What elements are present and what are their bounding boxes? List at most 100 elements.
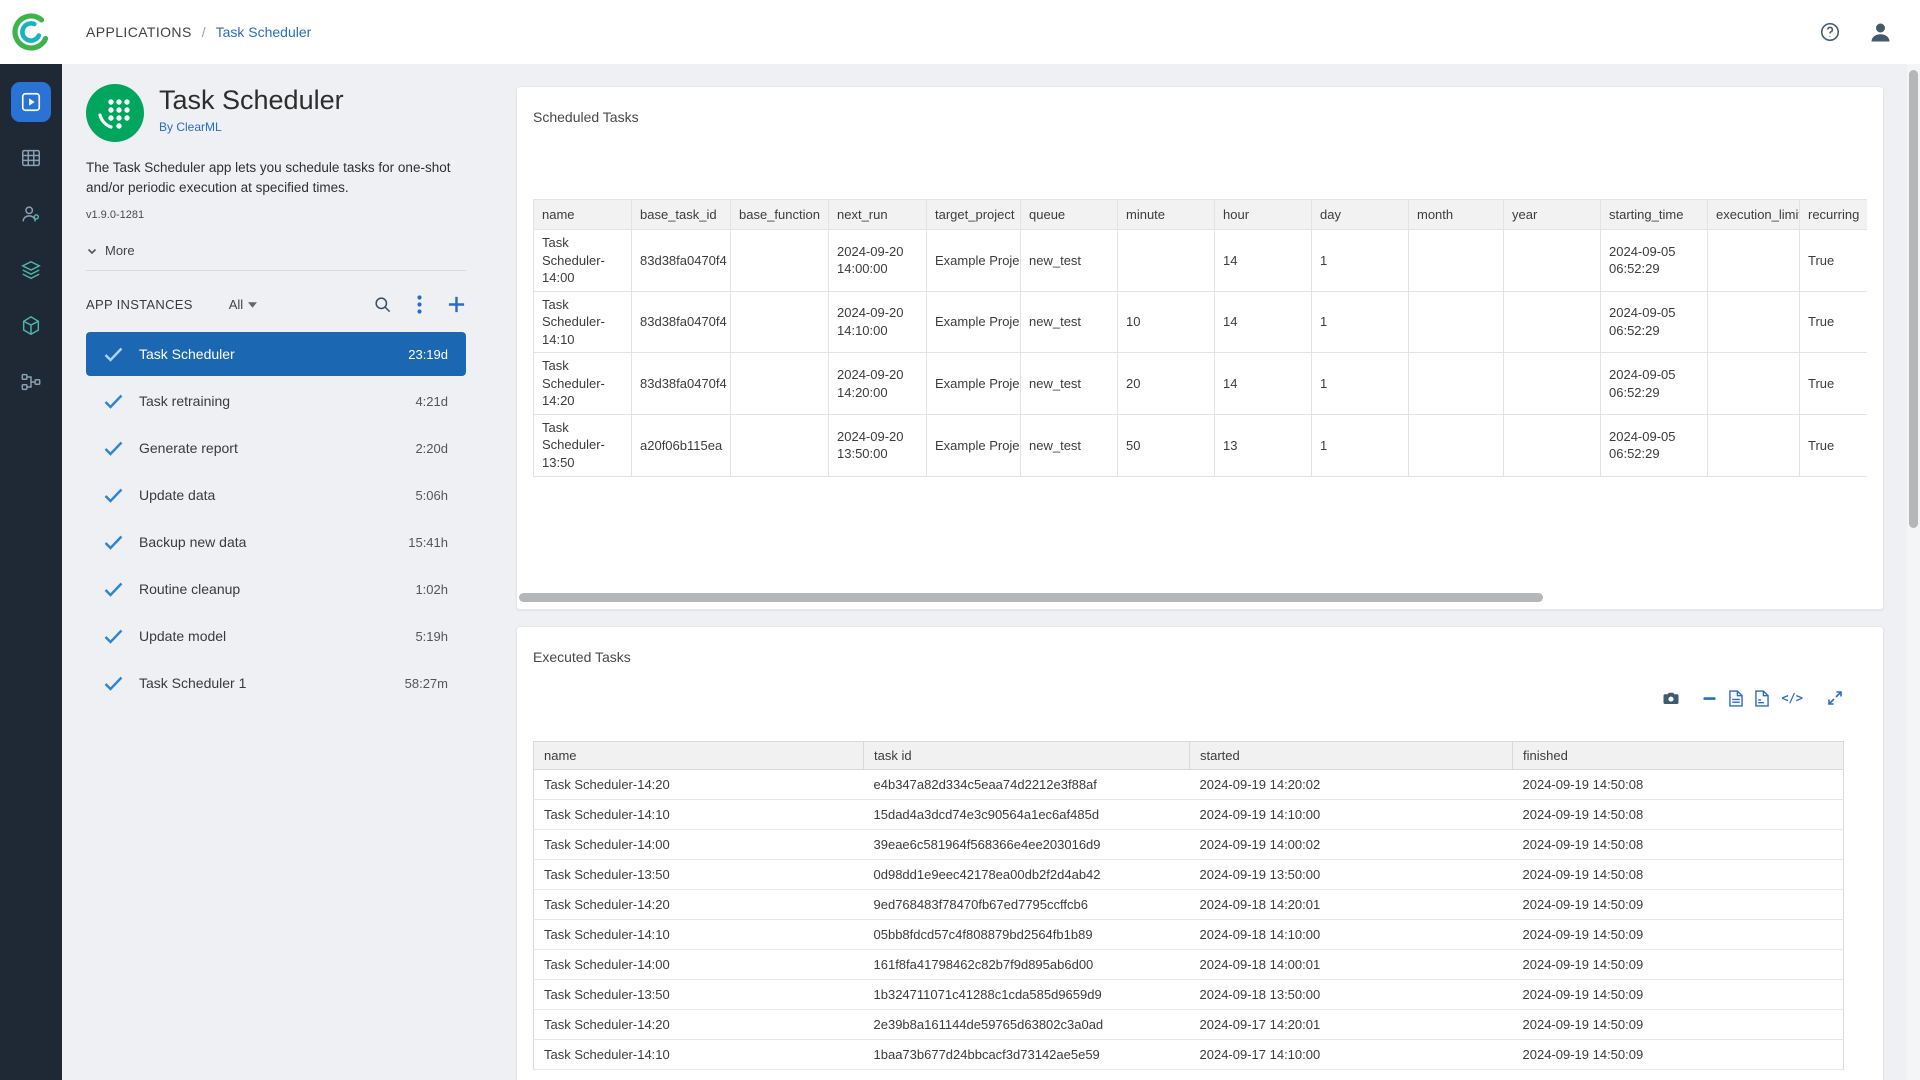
cell-target-project: Example Project: [927, 230, 1021, 292]
cell-next-run: 2024-09-20 14:20:00: [829, 353, 927, 415]
nav-pipelines-icon[interactable]: [11, 362, 51, 402]
nav-projects-icon[interactable]: [11, 138, 51, 178]
column-header: name: [534, 200, 632, 230]
cell-finished: 2024-09-19 14:50:08: [1513, 830, 1844, 860]
cell-finished: 2024-09-19 14:50:09: [1513, 890, 1844, 920]
nav-applications-icon[interactable]: [11, 82, 51, 122]
cell-day: 1: [1312, 230, 1409, 292]
task-id-link[interactable]: 05bb8fdcd57c4f808879bd2564fb1b89: [864, 920, 1190, 950]
table-row: Task Scheduler-14:20 83d38fa0470f4 2024-…: [534, 353, 1868, 415]
base-task-id-link[interactable]: 83d38fa0470f4: [632, 230, 731, 292]
more-toggle[interactable]: More: [86, 243, 466, 258]
cell-execution-limit: [1708, 230, 1800, 292]
cell-month: [1409, 353, 1504, 415]
add-instance-button[interactable]: [447, 295, 466, 314]
instance-task-scheduler-1[interactable]: Task Scheduler 1 58:27m: [86, 661, 466, 705]
base-task-id-link[interactable]: a20f06b115ea: [632, 414, 731, 476]
clearml-logo[interactable]: [0, 0, 62, 64]
cell-recurring: True: [1800, 230, 1868, 292]
base-task-id-link[interactable]: 83d38fa0470f4: [632, 353, 731, 415]
by-clearml-link[interactable]: By ClearML: [159, 120, 222, 134]
app-version: v1.9.0-1281: [86, 209, 466, 221]
cell-month: [1409, 414, 1504, 476]
cell-queue: new_test: [1021, 414, 1118, 476]
code-icon[interactable]: </>: [1781, 691, 1803, 705]
minus-icon[interactable]: [1702, 691, 1717, 706]
task-id-link[interactable]: 15dad4a3dcd74e3c90564a1ec6af485d: [864, 800, 1190, 830]
table-row: Task Scheduler-14:10 05bb8fdcd57c4f80887…: [534, 920, 1844, 950]
task-id-link[interactable]: 1baa73b677d24bbcacf3d73142ae5e59: [864, 1040, 1190, 1070]
cell-minute: [1118, 230, 1215, 292]
scheduled-table-viewport: name base_task_id base_function next_run…: [533, 199, 1867, 477]
instance-duration: 4:21d: [415, 394, 448, 409]
instance-generate-report[interactable]: Generate report 2:20d: [86, 426, 466, 470]
column-header: month: [1409, 200, 1504, 230]
cell-name: Task Scheduler-13:50: [534, 414, 632, 476]
executed-tasks-title: Executed Tasks: [533, 649, 631, 665]
table-row: Task Scheduler-14:20 2e39b8a161144de5976…: [534, 1010, 1844, 1040]
user-avatar[interactable]: [1867, 19, 1894, 46]
nav-hyperdatasets-icon[interactable]: [11, 306, 51, 346]
camera-icon[interactable]: [1662, 689, 1680, 707]
task-id-link[interactable]: 161f8fa41798462c82b7f9d895ab6d00: [864, 950, 1190, 980]
base-task-id-link[interactable]: 83d38fa0470f4: [632, 291, 731, 353]
instance-backup-new-data[interactable]: Backup new data 15:41h: [86, 520, 466, 564]
horizontal-scrollbar-thumb[interactable]: [519, 593, 1543, 602]
cell-base-function: [731, 230, 829, 292]
column-header: target_project: [927, 200, 1021, 230]
check-icon: [104, 582, 123, 597]
instance-duration: 1:02h: [415, 582, 448, 597]
table-row: Task Scheduler-13:50 1b324711071c41288c1…: [534, 980, 1844, 1010]
search-icon[interactable]: [373, 295, 392, 314]
task-id-link[interactable]: 0d98dd1e9eec42178ea00db2f2d4ab42: [864, 860, 1190, 890]
task-id-link[interactable]: 39eae6c581964f568366e4ee203016d9: [864, 830, 1190, 860]
task-id-link[interactable]: e4b347a82d334c5eaa74d2212e3f88af: [864, 770, 1190, 800]
cell-finished: 2024-09-19 14:50:08: [1513, 860, 1844, 890]
nav-datasets-icon[interactable]: [11, 250, 51, 290]
scheduled-tasks-table: name base_task_id base_function next_run…: [533, 199, 1867, 477]
left-nav-rail: [0, 64, 62, 1080]
instance-routine-cleanup[interactable]: Routine cleanup 1:02h: [86, 567, 466, 611]
cell-name: Task Scheduler-14:20: [534, 353, 632, 415]
table-row: Task Scheduler-14:10 1baa73b677d24bbcacf…: [534, 1040, 1844, 1070]
expand-icon[interactable]: [1827, 690, 1843, 706]
column-header: starting_time: [1601, 200, 1708, 230]
instance-task-retraining[interactable]: Task retraining 4:21d: [86, 379, 466, 423]
cell-name: Task Scheduler-14:10: [534, 920, 864, 950]
cell-target-project: Example Project: [927, 291, 1021, 353]
cell-started: 2024-09-18 13:50:00: [1190, 980, 1513, 1010]
cell-started: 2024-09-19 14:00:02: [1190, 830, 1513, 860]
task-id-link[interactable]: 2e39b8a161144de59765d63802c3a0ad: [864, 1010, 1190, 1040]
breadcrumb-applications[interactable]: APPLICATIONS: [86, 24, 192, 40]
cell-name: Task Scheduler-13:50: [534, 980, 864, 1010]
cell-recurring: True: [1800, 353, 1868, 415]
task-id-link[interactable]: 9ed768483f78470fb67ed7795ccffcb6: [864, 890, 1190, 920]
table-row: Task Scheduler-14:00 39eae6c581964f56836…: [534, 830, 1844, 860]
cell-started: 2024-09-18 14:00:01: [1190, 950, 1513, 980]
scheduled-tasks-card: Scheduled Tasks name base_task_id base_f…: [516, 86, 1884, 610]
nav-workers-icon[interactable]: [11, 194, 51, 234]
column-header: queue: [1021, 200, 1118, 230]
help-icon[interactable]: [1819, 21, 1841, 43]
instance-update-data[interactable]: Update data 5:06h: [86, 473, 466, 517]
breadcrumb-current[interactable]: Task Scheduler: [216, 24, 312, 40]
kebab-menu-icon[interactable]: [417, 295, 422, 314]
instance-task-scheduler[interactable]: Task Scheduler 23:19d: [86, 332, 466, 376]
task-id-link[interactable]: 1b324711071c41288c1cda585d9659d9: [864, 980, 1190, 1010]
executed-table-viewport: name task id started finished Task Sched…: [533, 741, 1847, 1070]
cell-queue: new_test: [1021, 230, 1118, 292]
json-file-icon[interactable]: [1755, 690, 1769, 707]
csv-file-icon[interactable]: [1729, 690, 1743, 707]
cell-day: 1: [1312, 353, 1409, 415]
cell-finished: 2024-09-19 14:50:09: [1513, 920, 1844, 950]
app-description: The Task Scheduler app lets you schedule…: [86, 158, 466, 197]
executed-tasks-card: Executed Tasks </>: [516, 626, 1884, 1080]
instances-filter-dropdown[interactable]: All: [229, 297, 257, 312]
page-scrollbar-thumb[interactable]: [1909, 70, 1918, 528]
table-row: Task Scheduler-14:00 83d38fa0470f4 2024-…: [534, 230, 1868, 292]
check-icon: [104, 535, 123, 550]
check-icon: [104, 676, 123, 691]
instance-duration: 23:19d: [408, 347, 448, 362]
cell-recurring: True: [1800, 291, 1868, 353]
instance-update-model[interactable]: Update model 5:19h: [86, 614, 466, 658]
